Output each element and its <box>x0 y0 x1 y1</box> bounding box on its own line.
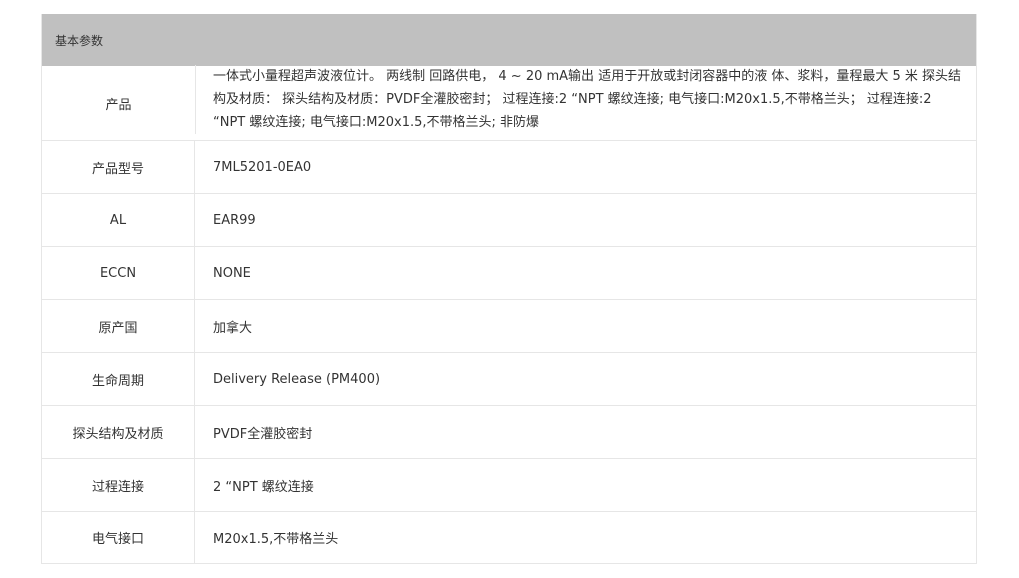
table-row: 电气接口 M20x1.5,不带格兰头 <box>42 511 976 563</box>
row-label: 探头结构及材质 <box>42 406 195 458</box>
table-row: 过程连接 2 “NPT 螺纹连接 <box>42 458 976 511</box>
table-row: 产品型号 7ML5201-0EA0 <box>42 140 976 193</box>
row-value: PVDF全灌胶密封 <box>213 426 313 442</box>
table-header: 基本参数 <box>42 14 976 66</box>
table-row: ECCN NONE <box>42 246 976 299</box>
row-value: M20x1.5,不带格兰头 <box>213 532 339 547</box>
row-label: 生命周期 <box>42 353 195 405</box>
row-label: 产品 <box>105 97 132 113</box>
table-header-title: 基本参数 <box>55 33 104 48</box>
row-label: 产品型号 <box>42 141 195 193</box>
table-row: 原产国 加拿大 <box>42 299 976 352</box>
row-value: 一体式小量程超声波液位计。 两线制 回路供电， 4 ~ 20 mA输出 适用于开… <box>195 65 976 134</box>
basic-params-table: 基本参数 产品 一体式小量程超声波液位计。 两线制 回路供电， 4 ~ 20 m… <box>41 14 977 564</box>
row-value: 7ML5201-0EA0 <box>213 159 312 175</box>
row-label: 电气接口 <box>42 512 195 563</box>
row-label: 原产国 <box>42 300 195 352</box>
row-value: EAR99 <box>213 212 256 228</box>
table-row: AL EAR99 <box>42 193 976 246</box>
row-value: 加拿大 <box>213 320 253 336</box>
table-row: 探头结构及材质 PVDF全灌胶密封 <box>42 405 976 458</box>
row-label: AL <box>42 194 195 246</box>
table-row: 产品 一体式小量程超声波液位计。 两线制 回路供电， 4 ~ 20 mA输出 适… <box>42 65 976 140</box>
row-value: NONE <box>213 265 251 281</box>
row-value: 2 “NPT 螺纹连接 <box>213 479 314 495</box>
table-row: 生命周期 Delivery Release (PM400) <box>42 352 976 405</box>
page: 基本参数 产品 一体式小量程超声波液位计。 两线制 回路供电， 4 ~ 20 m… <box>0 0 1019 578</box>
row-value: Delivery Release (PM400) <box>213 371 381 387</box>
row-label: 过程连接 <box>42 459 195 511</box>
row-label: ECCN <box>42 247 195 299</box>
